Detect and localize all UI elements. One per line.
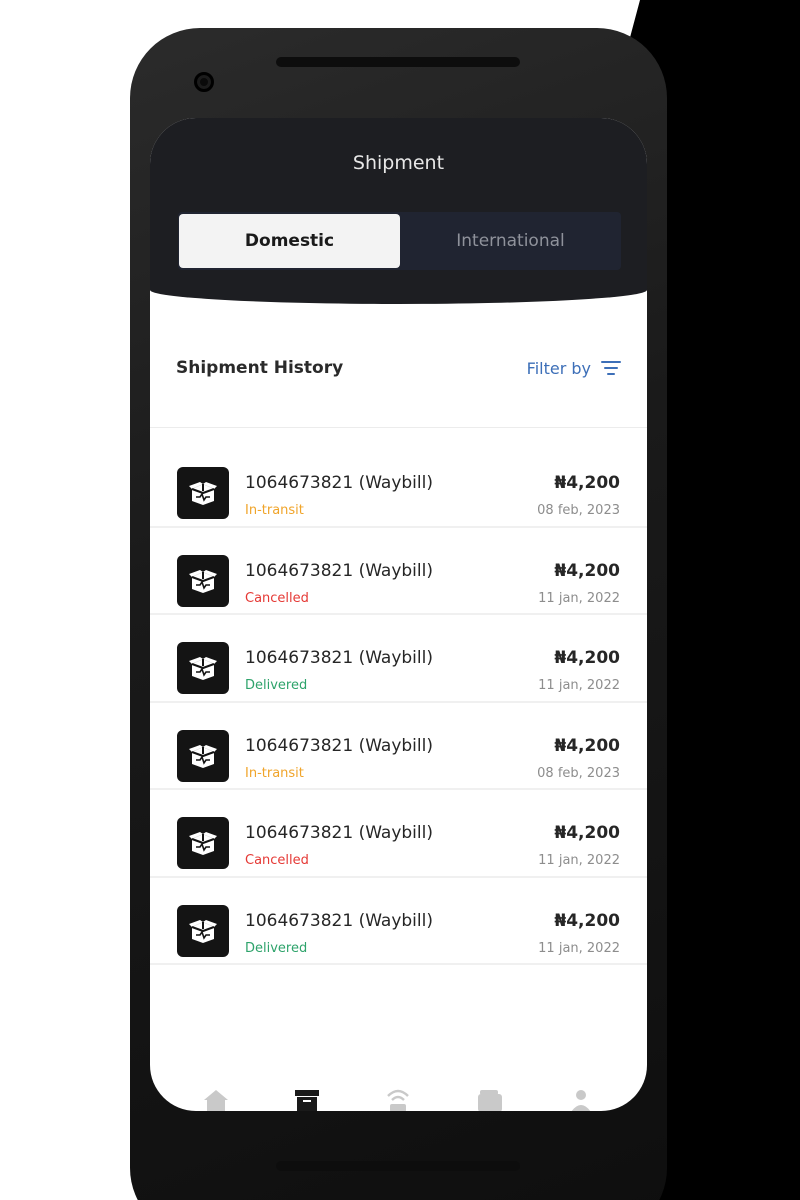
date: 08 feb, 2023 [537, 503, 620, 518]
camera-icon [194, 72, 214, 92]
amount: ₦4,200 [554, 648, 620, 668]
list-item[interactable]: 1064673821 (Waybill) In-transit ₦4,200 08 f… [150, 703, 647, 790]
section-title: Shipment History [176, 358, 344, 378]
waybill-number: 1064673821 (Waybill) [245, 910, 433, 931]
date: 08 feb, 2023 [537, 765, 620, 781]
waybill-number: 1064673821 (Waybill) [245, 648, 433, 668]
package-icon [177, 817, 229, 869]
list-item[interactable]: 1064673821 (Waybill) Delivered ₦4,200 11 ja… [150, 615, 647, 703]
filter-button[interactable]: Filter by [527, 359, 621, 378]
home-icon[interactable] [196, 1088, 236, 1111]
history-header: Shipment History Filter by [176, 354, 621, 382]
date: 11 jan, 2022 [538, 678, 620, 693]
divider [150, 427, 647, 428]
shipment-type-tabs: Domestic International [178, 212, 621, 270]
speaker-grille [276, 57, 520, 67]
list-item[interactable]: 1064673821 (Waybill) Cancelled ₦4,200 11 ja… [150, 790, 647, 878]
app-screen: Shipment Domestic International Shipment… [150, 118, 647, 1111]
tab-domestic[interactable]: Domestic [179, 214, 400, 268]
bottom-navigation [150, 1088, 647, 1111]
filter-icon [601, 360, 621, 376]
filter-label: Filter by [526, 358, 591, 378]
waybill-number: 1064673821 (Waybill) [245, 735, 433, 756]
waybill-number: 1064673821 (Waybill) [245, 823, 433, 843]
status-label: In-transit [245, 503, 304, 518]
stage: Shipment Domestic International Shipment… [0, 0, 800, 1200]
date: 11 jan, 2022 [538, 590, 620, 606]
amount: ₦4,200 [554, 735, 620, 756]
page-title: Shipment [352, 152, 445, 174]
signal-tower-icon[interactable] [378, 1088, 418, 1111]
amount: ₦4,200 [554, 560, 620, 581]
list-item[interactable]: 1064673821 (Waybill) Cancelled ₦4,200 11 ja… [150, 528, 647, 615]
status-label: In-transit [245, 765, 304, 781]
package-icon [177, 554, 229, 607]
package-icon [177, 467, 229, 519]
status-label: Delivered [245, 678, 308, 693]
wallet-icon[interactable] [470, 1088, 510, 1111]
amount: ₦4,200 [554, 823, 620, 843]
phone-frame: Shipment Domestic International Shipment… [130, 28, 667, 1200]
waybill-number: 1064673821 (Waybill) [245, 473, 433, 493]
list-item[interactable]: 1064673821 (Waybill) Delivered ₦4,200 11 ja… [150, 878, 647, 965]
package-icon [177, 729, 229, 782]
date: 11 jan, 2022 [538, 853, 620, 868]
shipment-list: 1064673821 (Waybill) In-transit ₦4,200 08 f… [150, 440, 647, 965]
tab-international[interactable]: International [400, 212, 621, 270]
list-item[interactable]: 1064673821 (Waybill) In-transit ₦4,200 08 f… [150, 440, 647, 528]
status-label: Cancelled [245, 853, 309, 868]
date: 11 jan, 2022 [538, 940, 620, 956]
archive-box-icon[interactable] [287, 1088, 327, 1111]
status-label: Cancelled [245, 590, 309, 606]
home-indicator [276, 1161, 520, 1171]
app-header: Shipment Domestic International [150, 118, 647, 304]
profile-icon[interactable] [561, 1088, 601, 1111]
waybill-number: 1064673821 (Waybill) [245, 560, 433, 581]
package-icon [177, 904, 229, 957]
package-icon [177, 642, 229, 694]
amount: ₦4,200 [554, 910, 620, 931]
amount: ₦4,200 [554, 473, 620, 493]
status-label: Delivered [245, 940, 308, 956]
